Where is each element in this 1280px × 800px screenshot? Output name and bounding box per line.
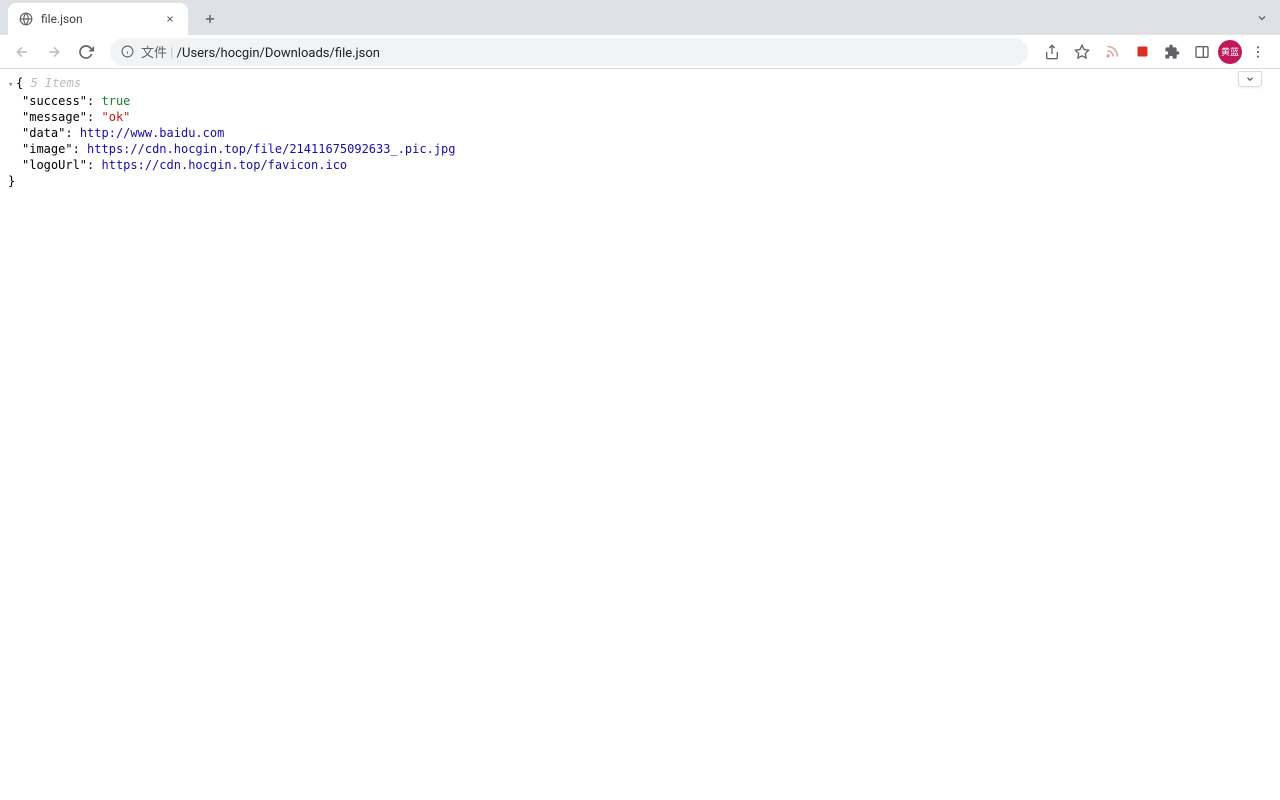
close-icon[interactable] [162, 11, 178, 27]
reload-button[interactable] [72, 38, 100, 66]
site-info-icon[interactable] [120, 45, 134, 59]
browser-tab[interactable]: file.json [8, 3, 188, 35]
json-entry: "logoUrl": https://cdn.hocgin.top/favico… [8, 157, 1272, 173]
address-bar[interactable]: 文件 | /Users/hocgin/Downloads/file.json [110, 38, 1028, 66]
tab-strip: file.json [0, 0, 1280, 35]
json-link[interactable]: https://cdn.hocgin.top/favicon.ico [102, 158, 348, 172]
profile-avatar[interactable]: 黄蓝 [1218, 40, 1242, 64]
tabs-dropdown-button[interactable] [1252, 8, 1272, 28]
back-button[interactable] [8, 38, 36, 66]
tab-title: file.json [41, 12, 155, 26]
caret-icon[interactable]: ▾ [8, 77, 16, 93]
kebab-menu-icon[interactable] [1244, 38, 1272, 66]
share-icon[interactable] [1038, 38, 1066, 66]
json-entry: "success": true [8, 93, 1272, 109]
rss-icon[interactable] [1098, 38, 1126, 66]
side-panel-icon[interactable] [1188, 38, 1216, 66]
bookmark-star-icon[interactable] [1068, 38, 1096, 66]
extension-icon[interactable] [1128, 38, 1156, 66]
toolbar-actions: 黄蓝 [1038, 38, 1272, 66]
json-open-brace: ▾{ 5 Items [8, 75, 1272, 93]
omnibox-text: 文件 | /Users/hocgin/Downloads/file.json [141, 42, 380, 61]
forward-button[interactable] [40, 38, 68, 66]
json-entry: "data": http://www.baidu.com [8, 125, 1272, 141]
extensions-puzzle-icon[interactable] [1158, 38, 1186, 66]
toolbar: 文件 | /Users/hocgin/Downloads/file.json 黄… [0, 35, 1280, 69]
json-entry: "image": https://cdn.hocgin.top/file/214… [8, 141, 1272, 157]
globe-icon [18, 11, 34, 27]
json-viewer: ▾{ 5 Items "success": true"message": "ok… [0, 69, 1280, 195]
chevron-down-icon[interactable] [1238, 71, 1262, 87]
json-close-brace: } [8, 173, 1272, 189]
json-entry: "message": "ok" [8, 109, 1272, 125]
new-tab-button[interactable] [196, 5, 224, 33]
json-link[interactable]: https://cdn.hocgin.top/file/214116750926… [87, 142, 455, 156]
json-link[interactable]: http://www.baidu.com [80, 126, 225, 140]
